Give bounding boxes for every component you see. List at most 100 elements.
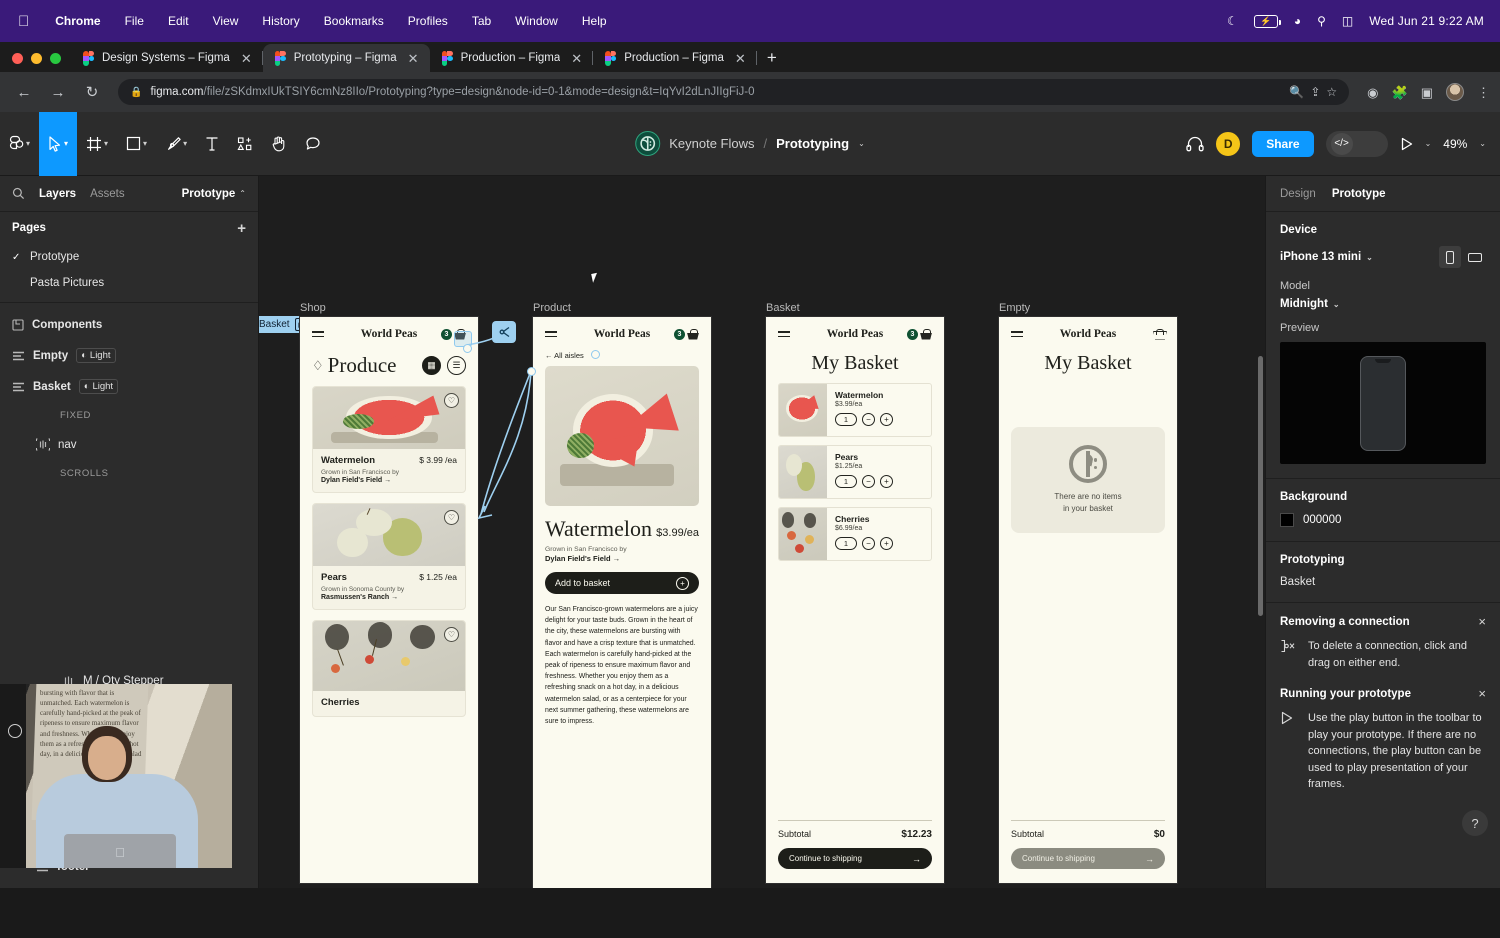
back-arrow-icon[interactable]: ← xyxy=(10,85,38,100)
product-farm-link[interactable]: Dylan Field's Field → xyxy=(321,477,457,484)
kebab-menu-icon[interactable]: ⋮ xyxy=(1477,86,1490,99)
resources-tool[interactable] xyxy=(228,112,262,176)
background-color-row[interactable]: 000000 xyxy=(1280,513,1486,527)
quantity-value[interactable]: 1 xyxy=(835,413,857,426)
webcam-presenter-video[interactable]: bursting with flavor that is unmatched. … xyxy=(0,684,232,868)
quantity-value[interactable]: 1 xyxy=(835,475,857,488)
tab-prototype[interactable]: Prototype xyxy=(1332,188,1386,200)
frame-basket[interactable]: World Peas 3 My Basket Watermelon $3.99/… xyxy=(766,317,944,883)
decrement-button[interactable]: − xyxy=(862,475,875,488)
frame-tool[interactable]: ▾ xyxy=(77,112,117,176)
dev-mode-toggle[interactable]: </> xyxy=(1326,131,1388,157)
cart-button[interactable] xyxy=(1153,329,1165,340)
cart-button[interactable]: 3 xyxy=(907,329,932,340)
canvas-vertical-scrollbar[interactable] xyxy=(1258,356,1263,616)
back-to-aisles-link[interactable]: ← All aisles xyxy=(533,351,711,366)
battery-charging-icon[interactable]: ⚡ xyxy=(1254,15,1278,28)
cart-button[interactable]: 3 xyxy=(674,329,699,340)
layer-empty[interactable]: Empty ◐ Light xyxy=(0,340,258,371)
figma-menu-icon[interactable]: ▾ xyxy=(0,112,39,176)
tab-assets[interactable]: Assets xyxy=(90,188,125,200)
share-button[interactable]: Share xyxy=(1252,131,1313,157)
basket-item-watermelon[interactable]: Watermelon $3.99/ea 1 − + xyxy=(778,383,932,437)
side-panel-icon[interactable]: ▣ xyxy=(1421,86,1433,99)
product-farm-link[interactable]: Rasmussen's Ranch → xyxy=(321,594,457,601)
chevron-down-icon[interactable]: ⌄ xyxy=(858,139,865,148)
menu-tab[interactable]: Tab xyxy=(460,15,503,27)
browser-tab-1[interactable]: Prototyping – Figma ✕ xyxy=(263,44,430,72)
portrait-icon[interactable] xyxy=(1439,246,1461,268)
basket-item-pears[interactable]: Pears $1.25/ea 1 − + xyxy=(778,445,932,499)
zoom-chevron-down-icon[interactable]: ⌄ xyxy=(1479,139,1486,148)
present-chevron-down-icon[interactable]: ⌄ xyxy=(1425,139,1432,148)
zoom-icon[interactable]: 🔍 xyxy=(1289,85,1304,99)
close-icon[interactable]: × xyxy=(1478,615,1486,628)
reload-icon[interactable]: ↻ xyxy=(78,85,106,100)
new-tab-button[interactable]: + xyxy=(757,49,787,72)
control-center-icon[interactable]: ◫ xyxy=(1342,14,1353,28)
hamburger-icon[interactable] xyxy=(1011,331,1023,337)
apple-icon[interactable]:  xyxy=(18,14,29,29)
close-tab-icon[interactable]: ✕ xyxy=(238,52,255,65)
product-card-watermelon[interactable]: ♡ Watermelon $ 3.99 /ea Grown in San Fra… xyxy=(312,386,466,493)
tab-layers[interactable]: Layers xyxy=(39,188,76,200)
hamburger-icon[interactable] xyxy=(312,331,324,337)
move-tool[interactable]: ▾ xyxy=(39,112,77,176)
breadcrumb-file[interactable]: Prototyping xyxy=(776,136,849,151)
profile-avatar-icon[interactable] xyxy=(1446,83,1464,101)
share-icon[interactable]: ⇪ xyxy=(1310,85,1320,99)
background-hex-value[interactable]: 000000 xyxy=(1303,514,1341,526)
shape-tool[interactable]: ▾ xyxy=(117,112,156,176)
present-button[interactable] xyxy=(1400,137,1413,151)
frame-product[interactable]: World Peas 3 ← All aisles Watermelon $3.… xyxy=(533,317,711,888)
prototyping-flow-name[interactable]: Basket xyxy=(1280,576,1486,588)
forward-arrow-icon[interactable]: → xyxy=(44,85,72,100)
address-bar[interactable]: 🔒 figma.com/file/zSKdmxIUkTSIY6cmNz8IIo/… xyxy=(118,79,1349,105)
maximize-window-button[interactable] xyxy=(50,53,61,64)
variant-badge[interactable]: ◐ Light xyxy=(76,348,115,363)
hamburger-icon[interactable] xyxy=(545,331,557,337)
headphones-icon[interactable] xyxy=(1186,136,1204,152)
product-farm-link[interactable]: Dylan Field's Field → xyxy=(533,553,711,563)
breadcrumb-project[interactable]: Keynote Flows xyxy=(669,136,754,151)
minimize-window-button[interactable] xyxy=(31,53,42,64)
layer-basket[interactable]: Basket ◐ Light xyxy=(0,371,258,402)
frame-label-empty[interactable]: Empty xyxy=(999,302,1030,314)
figma-canvas[interactable]: Basket ▶ Shop World Peas 3 ♢ Produce xyxy=(259,176,1265,888)
comment-tool[interactable] xyxy=(296,112,330,176)
menu-bookmarks[interactable]: Bookmarks xyxy=(312,15,396,27)
menu-edit[interactable]: Edit xyxy=(156,15,201,27)
collaborator-avatar[interactable]: D xyxy=(1216,132,1240,156)
heart-icon[interactable]: ♡ xyxy=(444,510,459,525)
model-select[interactable]: Midnight ⌄ xyxy=(1280,298,1486,310)
heart-icon[interactable]: ♡ xyxy=(444,393,459,408)
browser-tab-3[interactable]: Production – Figma ✕ xyxy=(593,44,757,72)
close-tab-icon[interactable]: ✕ xyxy=(568,52,585,65)
grid-view-icon[interactable]: ▦ xyxy=(422,356,441,375)
close-window-button[interactable] xyxy=(12,53,23,64)
connection-split-chip[interactable] xyxy=(492,321,516,343)
menu-help[interactable]: Help xyxy=(570,15,619,27)
menu-view[interactable]: View xyxy=(201,15,251,27)
heart-icon[interactable]: ♡ xyxy=(444,627,459,642)
frame-label-basket[interactable]: Basket xyxy=(766,302,800,314)
increment-button[interactable]: + xyxy=(880,537,893,550)
menu-file[interactable]: File xyxy=(113,15,156,27)
menu-chrome[interactable]: Chrome xyxy=(43,15,112,27)
close-tab-icon[interactable]: ✕ xyxy=(732,52,749,65)
continue-to-shipping-button[interactable]: Continue to shipping → xyxy=(1011,848,1165,869)
landscape-icon[interactable] xyxy=(1464,246,1486,268)
layer-nav[interactable]: nav xyxy=(0,429,258,460)
menu-window[interactable]: Window xyxy=(503,15,570,27)
connection-node-end[interactable] xyxy=(527,367,536,376)
frame-empty[interactable]: World Peas My Basket There are no items … xyxy=(999,317,1177,883)
increment-button[interactable]: + xyxy=(880,475,893,488)
product-card-cherries[interactable]: ♡ Cherries xyxy=(312,620,466,717)
continue-to-shipping-button[interactable]: Continue to shipping → xyxy=(778,848,932,869)
tab-design[interactable]: Design xyxy=(1280,188,1316,200)
decrement-button[interactable]: − xyxy=(862,413,875,426)
bookmark-star-icon[interactable]: ☆ xyxy=(1326,85,1337,99)
quantity-value[interactable]: 1 xyxy=(835,537,857,550)
close-icon[interactable]: × xyxy=(1478,687,1486,700)
close-tab-icon[interactable]: ✕ xyxy=(405,52,422,65)
